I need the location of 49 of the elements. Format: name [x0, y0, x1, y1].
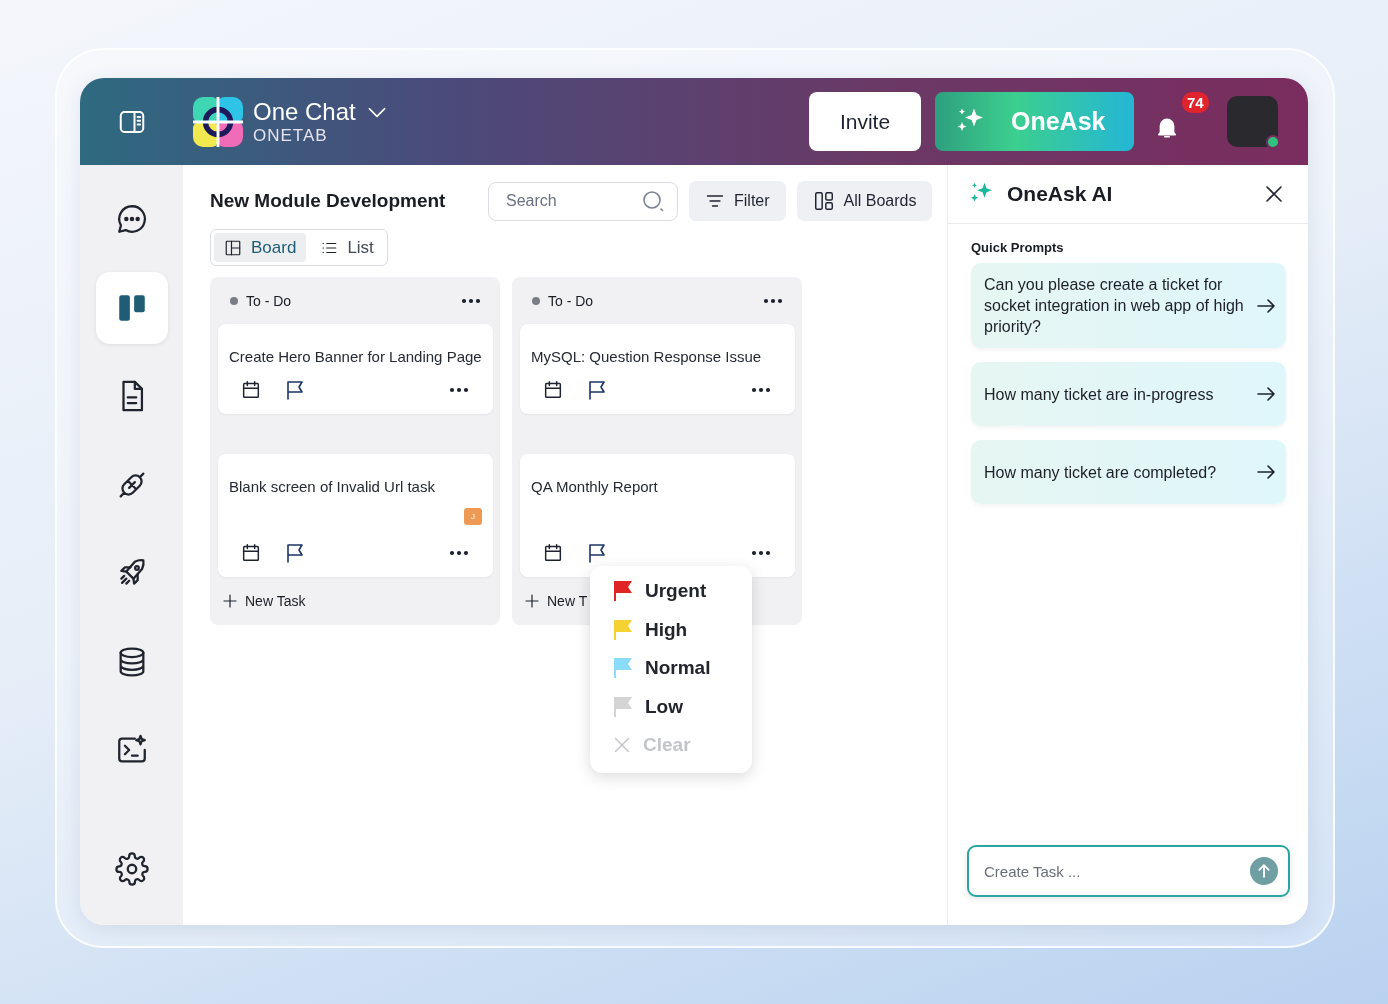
task-card[interactable]: Create Hero Banner for Landing Page: [218, 324, 493, 414]
layout-icon: [812, 190, 835, 212]
search-icon: [641, 189, 665, 213]
priority-option[interactable]: Urgent: [611, 572, 752, 611]
view-tab[interactable]: List: [310, 233, 384, 262]
all-boards-button[interactable]: All Boards: [796, 181, 933, 221]
priority-option[interactable]: Normal: [611, 649, 752, 688]
calendar-icon[interactable]: [240, 379, 262, 401]
calendar-icon[interactable]: [240, 542, 262, 564]
app-name: One Chat: [253, 97, 356, 126]
task-title: Create Hero Banner for Landing Page: [229, 347, 482, 367]
panel-title: OneAsk AI: [1007, 182, 1114, 206]
task-card[interactable]: Blank screen of Invalid Url task J: [218, 454, 493, 577]
task-title: QA Monthly Report: [531, 477, 659, 497]
task-title: Blank screen of Invalid Url task: [229, 477, 436, 497]
quick-prompt[interactable]: How many ticket are completed?: [971, 440, 1286, 504]
new-task-button[interactable]: New T: [520, 577, 591, 625]
view-tab[interactable]: Board: [214, 233, 307, 262]
status-dot: [230, 296, 238, 305]
new-task-button[interactable]: New Task: [218, 577, 309, 625]
board-title: New Module Development: [210, 190, 447, 212]
settings-icon[interactable]: [114, 852, 149, 886]
assignee-badge: J: [464, 508, 482, 525]
task-input-box[interactable]: Create Task ...: [967, 845, 1290, 897]
quick-prompt[interactable]: Can you please create a ticket for socket integration in web app of high priority?: [971, 263, 1286, 348]
column-status: To - Do: [246, 292, 293, 309]
priority-option[interactable]: Low: [611, 687, 752, 726]
status-dot: [532, 296, 540, 305]
task-card[interactable]: MySQL: Question Response Issue: [520, 324, 795, 414]
invite-button[interactable]: Invite: [809, 92, 921, 151]
section-label: Quick Prompts: [971, 240, 1065, 255]
task-input-field[interactable]: Create Task ...: [982, 854, 1250, 888]
nav-item-selected[interactable]: [95, 271, 168, 344]
app-logo-icon[interactable]: [193, 96, 243, 147]
workspace-name: ONETAB: [253, 125, 329, 146]
filter-button[interactable]: Filter: [689, 181, 786, 221]
user-avatar[interactable]: [1227, 96, 1278, 147]
plus-icon: [523, 592, 541, 610]
priority-option[interactable]: High: [611, 610, 752, 649]
quick-prompt[interactable]: How many ticket are in-progress: [971, 362, 1286, 426]
search-field[interactable]: Search: [504, 186, 641, 216]
calendar-icon[interactable]: [542, 379, 564, 401]
task-title: MySQL: Question Response Issue: [531, 347, 763, 367]
column-status: To - Do: [548, 292, 595, 309]
search-box[interactable]: Search: [488, 181, 678, 221]
calendar-icon[interactable]: [542, 542, 564, 564]
plus-icon: [221, 592, 239, 610]
board-view-icon: [224, 238, 242, 257]
notification-badge: 74: [1180, 89, 1211, 115]
